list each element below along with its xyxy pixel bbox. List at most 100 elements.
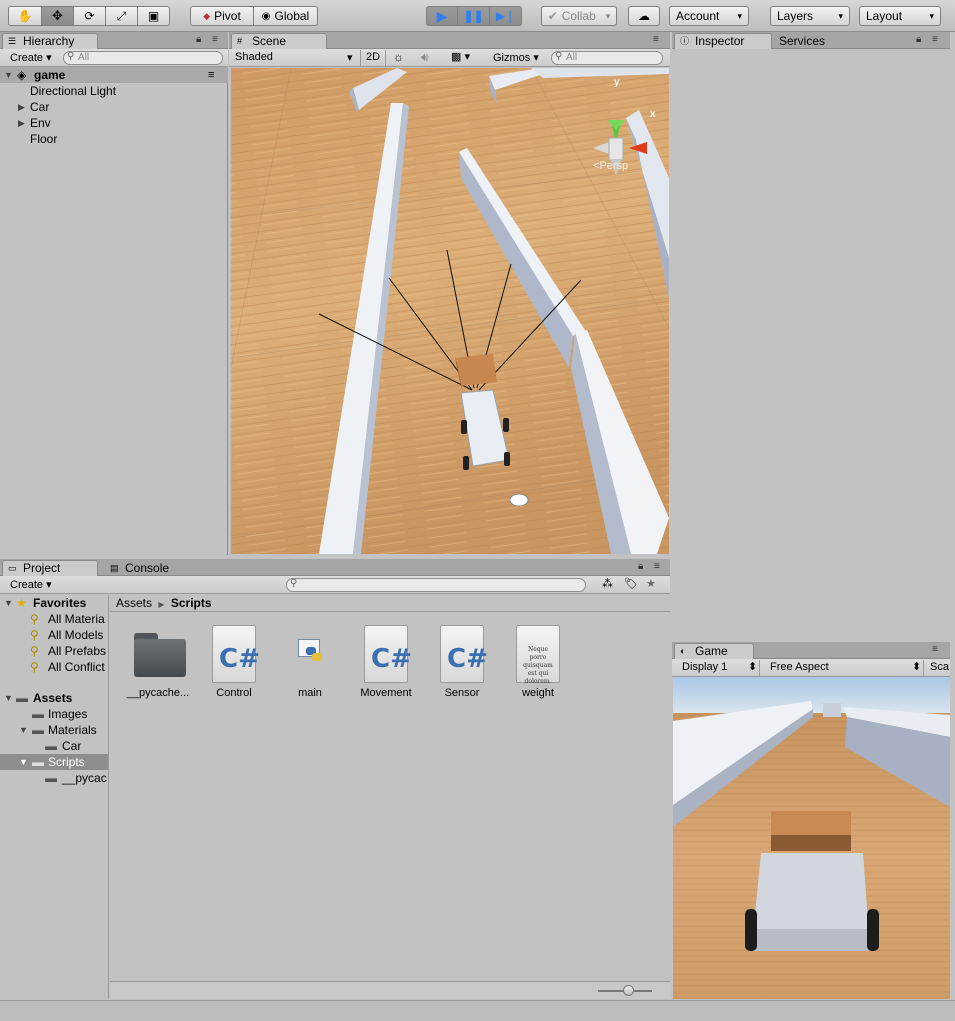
pivot-button[interactable]: ◆ Pivot xyxy=(190,6,254,26)
scale-tool-button[interactable]: ⤢ xyxy=(106,6,138,26)
hierarchy-item-floor[interactable]: Floor xyxy=(0,131,228,147)
breadcrumb-arrow-icon: ▶ xyxy=(158,600,165,609)
folder-scripts[interactable]: ▼ ▬ Scripts xyxy=(0,754,108,770)
hierarchy-item-car[interactable]: ▶ Car xyxy=(0,99,228,115)
lighting-icon[interactable]: ☼ xyxy=(393,50,404,64)
layout-dropdown[interactable]: Layout xyxy=(859,6,941,26)
asset-main-python[interactable]: main xyxy=(275,625,345,699)
panel-menu-icon[interactable]: ≡ xyxy=(654,561,660,572)
project-tabbar: ▭ Project ▤ Console 🔒︎ ≡ xyxy=(0,559,670,576)
project-footer xyxy=(110,981,670,999)
hand-tool-button[interactable]: ✋ xyxy=(8,6,42,26)
move-tool-button[interactable]: ✥ xyxy=(42,6,74,26)
tab-project[interactable]: ▭ Project xyxy=(2,560,98,576)
projection-label[interactable]: <Persp xyxy=(593,160,628,172)
scale-icon: ⤢ xyxy=(116,8,127,23)
tab-hierarchy[interactable]: ☰ Hierarchy xyxy=(2,33,98,49)
globe-icon: ◉ xyxy=(261,10,271,22)
folder-materials[interactable]: ▼ ▬ Materials xyxy=(0,722,108,738)
collapsed-arrow-icon[interactable]: ▶ xyxy=(18,115,25,131)
favorite-all-prefabs[interactable]: ⚲ All Prefabs xyxy=(0,643,108,659)
global-button[interactable]: ◉ Global xyxy=(254,6,318,26)
pause-icon: ❚❚ xyxy=(463,9,484,23)
rect-tool-button[interactable]: ▣ xyxy=(138,6,170,26)
hierarchy-search-input[interactable]: All xyxy=(63,51,223,65)
audio-icon[interactable]: 🔊︎ xyxy=(421,50,429,65)
project-create-dropdown[interactable]: Create ▾ xyxy=(10,578,52,591)
filter-type-icon[interactable]: ⁂ xyxy=(602,577,613,590)
tab-game[interactable]: ◐ Game xyxy=(674,643,754,659)
play-button[interactable]: ▶ xyxy=(426,6,458,26)
filter-label-icon[interactable]: 🏷︎ xyxy=(624,577,638,590)
hierarchy-item-directional-light[interactable]: Directional Light xyxy=(0,83,228,99)
asset-pycache-folder[interactable]: __pycache... xyxy=(123,625,193,699)
scene-viewport[interactable]: y x <Persp xyxy=(231,68,669,554)
panel-menu-icon[interactable]: ≡ xyxy=(932,34,938,45)
aspect-dropdown[interactable]: Free Aspect ⬍ xyxy=(764,660,924,676)
project-search-input[interactable] xyxy=(286,578,586,592)
panel-menu-icon[interactable]: ≡ xyxy=(653,34,659,45)
breadcrumb-scripts[interactable]: Scripts xyxy=(171,596,212,610)
play-icon: ▶ xyxy=(436,7,448,24)
favorite-all-conflicts[interactable]: ⚲ All Conflict xyxy=(0,659,108,675)
folder-images[interactable]: ▬ Images xyxy=(0,706,108,722)
folder-icon xyxy=(130,625,186,683)
step-button[interactable]: ▶❘ xyxy=(490,6,522,26)
scene-row[interactable]: ▼ ◈ game ≡ xyxy=(0,67,228,83)
folder-icon: ▬ xyxy=(32,707,44,721)
status-bar xyxy=(0,1000,955,1021)
asset-control-script[interactable]: C# Control xyxy=(199,625,269,699)
scene-panel: #Scene ≡ Shaded▾ 2D ☼ 🔊︎ ▩ ▾ Gizmos ▾ Al… xyxy=(229,32,670,555)
collab-dropdown[interactable]: ✔ Collab xyxy=(541,6,617,26)
folder-car[interactable]: ▬ Car xyxy=(0,738,108,754)
expanded-arrow-icon[interactable]: ▼ xyxy=(19,754,28,770)
favorites-row[interactable]: ▼ ★ Favorites xyxy=(0,595,108,611)
hierarchy-create-dropdown[interactable]: Create ▾ xyxy=(10,51,52,64)
favorite-all-materials[interactable]: ⚲ All Materia xyxy=(0,611,108,627)
rotate-tool-button[interactable]: ⟳ xyxy=(74,6,106,26)
scene-menu-icon[interactable]: ≡ xyxy=(208,67,214,83)
favorite-all-models[interactable]: ⚲ All Models xyxy=(0,627,108,643)
lock-icon[interactable]: 🔒︎ xyxy=(916,34,921,45)
panel-menu-icon[interactable]: ≡ xyxy=(932,644,938,655)
tab-services[interactable]: Services xyxy=(772,33,852,49)
search-icon: ⚲ xyxy=(30,660,39,674)
effects-icon[interactable]: ▩ ▾ xyxy=(451,50,470,63)
inspector-tabbar: ⓘ Inspector Services 🔒︎ ≡ xyxy=(672,32,950,49)
assets-row[interactable]: ▼ ▬ Assets xyxy=(0,690,108,706)
rotate-icon: ⟳ xyxy=(84,9,95,23)
account-dropdown[interactable]: Account xyxy=(669,6,749,26)
collapsed-arrow-icon[interactable]: ▶ xyxy=(18,99,25,115)
pivot-global-group: ◆ Pivot ◉ Global xyxy=(190,6,318,26)
lock-icon[interactable]: 🔒︎ xyxy=(638,561,643,572)
asset-movement-script[interactable]: C# Movement xyxy=(351,625,421,699)
tab-console[interactable]: ▤ Console xyxy=(104,560,194,576)
asset-sensor-script[interactable]: C# Sensor xyxy=(427,625,497,699)
panel-menu-icon[interactable]: ≡ xyxy=(212,34,218,45)
asset-weight-text[interactable]: Neque porro quisquam est qui dolorem. we… xyxy=(503,625,573,699)
tab-inspector[interactable]: ⓘ Inspector xyxy=(674,33,772,49)
folder-pycache[interactable]: ▬ __pycac xyxy=(0,770,108,786)
scene-tabbar: # Scene ≡ xyxy=(229,32,670,49)
tab-scene[interactable]: # Scene xyxy=(231,33,327,49)
display-dropdown[interactable]: Display 1 ⬍ xyxy=(676,660,760,676)
pause-button[interactable]: ❚❚ xyxy=(458,6,490,26)
move-icon: ✥ xyxy=(52,8,63,23)
favorite-star-icon[interactable]: ★ xyxy=(646,577,656,590)
slider-handle[interactable] xyxy=(623,985,634,996)
lock-icon[interactable]: 🔒︎ xyxy=(196,34,201,45)
layers-dropdown[interactable]: Layers xyxy=(770,6,850,26)
2d-toggle[interactable]: 2D xyxy=(360,50,386,66)
hierarchy-tabbar: ☰ Hierarchy 🔒︎ ≡ xyxy=(0,32,228,49)
game-view-render xyxy=(673,677,950,999)
scene-search-input[interactable]: All xyxy=(551,51,663,65)
scene-view-render xyxy=(231,68,669,554)
hierarchy-item-env[interactable]: ▶ Env xyxy=(0,115,228,131)
gizmos-dropdown[interactable]: Gizmos ▾ xyxy=(493,51,539,64)
breadcrumb-assets[interactable]: Assets xyxy=(116,596,152,610)
expanded-arrow-icon[interactable]: ▼ xyxy=(19,722,28,738)
game-viewport[interactable] xyxy=(673,677,950,999)
search-icon: ⚲ xyxy=(30,644,39,658)
cloud-button[interactable]: ☁ xyxy=(628,6,660,26)
shading-mode-dropdown[interactable]: Shaded ▾ xyxy=(235,51,355,64)
